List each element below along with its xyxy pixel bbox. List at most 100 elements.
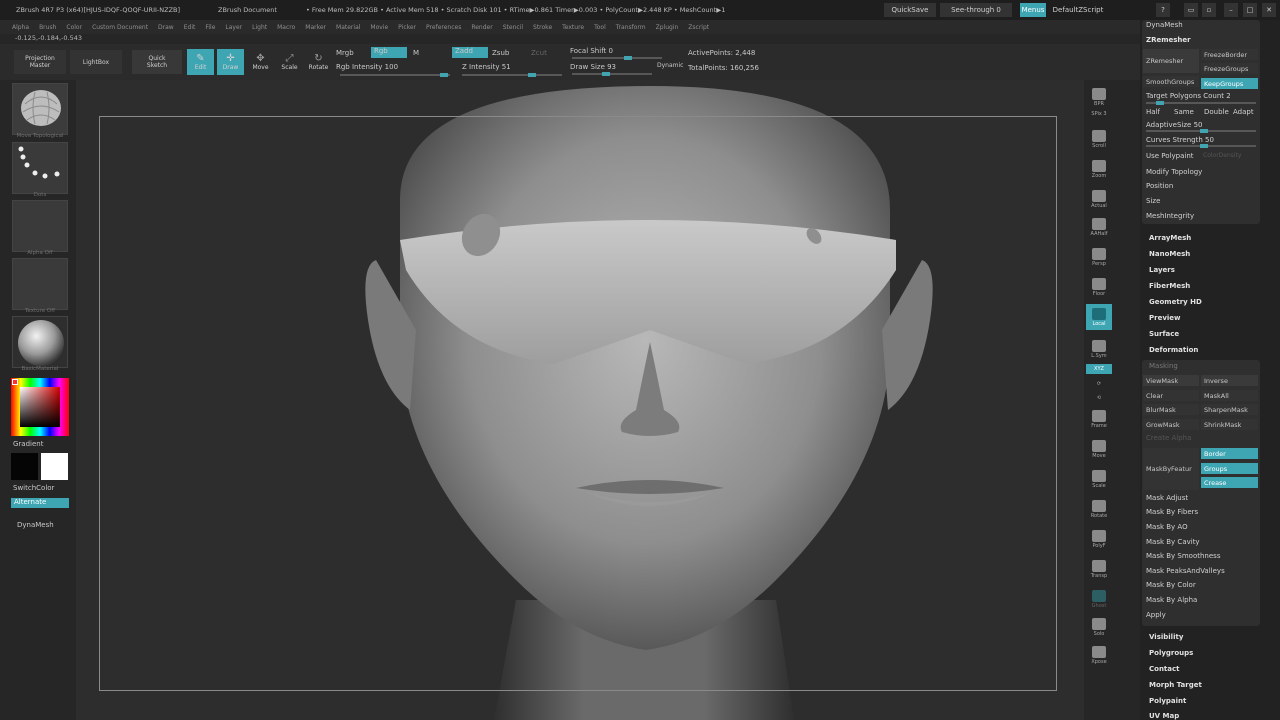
minimize-icon[interactable]: –: [1224, 3, 1238, 17]
uv-map-header[interactable]: UV Map: [1149, 712, 1179, 720]
curves-strength-track[interactable]: [1146, 144, 1256, 148]
crease-toggle[interactable]: Crease: [1201, 477, 1258, 488]
mask-by-cavity-header[interactable]: Mask By Cavity: [1146, 538, 1200, 546]
local-button[interactable]: Local: [1086, 304, 1112, 330]
menu-file[interactable]: File: [205, 24, 215, 31]
rgb-intensity-knob[interactable]: [440, 73, 448, 77]
aahalf-button[interactable]: AAHalf: [1086, 214, 1112, 240]
quick-sketch-button[interactable]: Quick Sketch: [132, 50, 182, 74]
lightbox-button[interactable]: LightBox: [70, 50, 122, 74]
menu-brush[interactable]: Brush: [39, 24, 56, 31]
z-intensity-track[interactable]: [462, 73, 562, 77]
rgb-intensity-slider[interactable]: Rgb Intensity 100: [336, 63, 398, 71]
gradient-toggle[interactable]: Gradient: [13, 440, 43, 448]
projection-master-button[interactable]: Projection Master: [14, 50, 66, 74]
menu-marker[interactable]: Marker: [305, 24, 326, 31]
z-intensity-slider[interactable]: Z Intensity 51: [462, 63, 511, 71]
floor-button[interactable]: Floor: [1086, 274, 1112, 300]
dynamesh-left-button[interactable]: DynaMesh: [17, 521, 54, 529]
shrink-mask-button[interactable]: ShrinkMask: [1201, 419, 1258, 430]
polypaint-header[interactable]: Polypaint: [1149, 697, 1186, 705]
visibility-header[interactable]: Visibility: [1149, 633, 1183, 641]
contact-header[interactable]: Contact: [1149, 665, 1180, 673]
zcut-button[interactable]: Zcut: [531, 49, 547, 57]
help-icon[interactable]: ?: [1156, 3, 1170, 17]
inverse-button[interactable]: Inverse: [1201, 375, 1258, 386]
color-saturation-square[interactable]: [20, 387, 60, 427]
focal-shift-track[interactable]: [572, 56, 662, 60]
rgb-button[interactable]: Rgb: [371, 47, 407, 58]
blur-mask-button[interactable]: BlurMask: [1143, 404, 1199, 415]
menu-stroke[interactable]: Stroke: [533, 24, 552, 31]
mask-by-alpha-header[interactable]: Mask By Alpha: [1146, 596, 1197, 604]
scroll-button[interactable]: Scroll: [1086, 126, 1112, 152]
mask-by-feature-button[interactable]: MaskByFeatur: [1143, 448, 1199, 490]
polyf-button[interactable]: PolyF: [1086, 526, 1112, 552]
xyz-button[interactable]: XYZ: [1086, 364, 1112, 374]
document-canvas[interactable]: [76, 80, 1084, 720]
groups-toggle[interactable]: Groups: [1201, 463, 1258, 474]
position-header[interactable]: Position: [1146, 182, 1173, 190]
mask-adjust-header[interactable]: Mask Adjust: [1146, 494, 1188, 502]
use-polypaint-button[interactable]: Use Polypaint: [1146, 152, 1194, 160]
mask-by-color-header[interactable]: Mask By Color: [1146, 581, 1196, 589]
rotate-button[interactable]: ↻ Rotate: [305, 49, 332, 75]
deformation-header[interactable]: Deformation: [1149, 346, 1198, 354]
color-picker[interactable]: [11, 378, 69, 436]
mask-peaks-valleys-header[interactable]: Mask PeaksAndValleys: [1146, 567, 1225, 575]
half-button[interactable]: Half: [1146, 108, 1160, 116]
menu-alpha[interactable]: Alpha: [12, 24, 29, 31]
zremesher-header[interactable]: ZRemesher: [1146, 36, 1191, 44]
mask-all-button[interactable]: MaskAll: [1201, 390, 1258, 401]
move-view-button[interactable]: Move: [1086, 436, 1112, 462]
array-mesh-header[interactable]: ArrayMesh: [1149, 234, 1191, 242]
adaptive-size-slider[interactable]: AdaptiveSize 50: [1146, 121, 1202, 129]
scale-button[interactable]: ⤢ Scale: [276, 49, 303, 75]
persp-button[interactable]: Persp: [1086, 244, 1112, 270]
layout-icon[interactable]: ▭: [1184, 3, 1198, 17]
geometry-hd-header[interactable]: Geometry HD: [1149, 298, 1202, 306]
menu-zplugin[interactable]: Zplugin: [656, 24, 679, 31]
menu-picker[interactable]: Picker: [398, 24, 416, 31]
alternate-button[interactable]: Alternate: [11, 498, 69, 508]
menu-light[interactable]: Light: [252, 24, 267, 31]
xpose-button[interactable]: Xpose: [1086, 642, 1112, 668]
view-mask-button[interactable]: ViewMask: [1143, 375, 1199, 386]
switchcolor-button[interactable]: SwitchColor: [13, 484, 54, 492]
menu-texture[interactable]: Texture: [562, 24, 584, 31]
target-polygons-knob[interactable]: [1156, 101, 1164, 105]
actual-button[interactable]: Actual: [1086, 186, 1112, 212]
zoom-button[interactable]: Zoom: [1086, 156, 1112, 182]
zsub-button[interactable]: Zsub: [492, 49, 509, 57]
sharpen-mask-button[interactable]: SharpenMask: [1201, 404, 1258, 415]
menu-color[interactable]: Color: [66, 24, 82, 31]
fiber-mesh-header[interactable]: FiberMesh: [1149, 282, 1190, 290]
spix-slider[interactable]: SPix 3: [1086, 106, 1112, 120]
frame-button[interactable]: Frame: [1086, 406, 1112, 432]
lock-icon[interactable]: ▫: [1202, 3, 1216, 17]
border-toggle[interactable]: Border: [1201, 448, 1258, 459]
nano-mesh-header[interactable]: NanoMesh: [1149, 250, 1190, 258]
rgb-intensity-track[interactable]: [340, 73, 450, 77]
keep-groups-button[interactable]: KeepGroups: [1201, 78, 1258, 89]
primary-color-swatch[interactable]: [11, 453, 38, 480]
layers-header[interactable]: Layers: [1149, 266, 1175, 274]
focal-shift-slider[interactable]: Focal Shift 0: [570, 47, 613, 55]
mrgb-button[interactable]: Mrgb: [336, 49, 354, 57]
menus-button[interactable]: Menus: [1020, 3, 1046, 17]
menu-document[interactable]: Custom Document: [92, 24, 148, 31]
create-alpha-button[interactable]: Create Alpha: [1146, 434, 1191, 442]
dynamic-toggle[interactable]: Dynamic: [657, 62, 683, 69]
quicksave-button[interactable]: QuickSave: [884, 3, 936, 17]
modify-topology-header[interactable]: Modify Topology: [1146, 168, 1202, 176]
target-polygons-slider[interactable]: Target Polygons Count 2: [1146, 92, 1231, 100]
target-polygons-track[interactable]: [1146, 101, 1256, 105]
color-density-slider[interactable]: ColorDensity: [1203, 152, 1241, 159]
curves-strength-knob[interactable]: [1200, 144, 1208, 148]
menu-macro[interactable]: Macro: [277, 24, 295, 31]
material-thumbnail[interactable]: [12, 316, 68, 368]
secondary-color-swatch[interactable]: [41, 453, 68, 480]
focal-shift-knob[interactable]: [624, 56, 632, 60]
close-icon[interactable]: ✕: [1262, 3, 1276, 17]
double-button[interactable]: Double: [1204, 108, 1229, 116]
